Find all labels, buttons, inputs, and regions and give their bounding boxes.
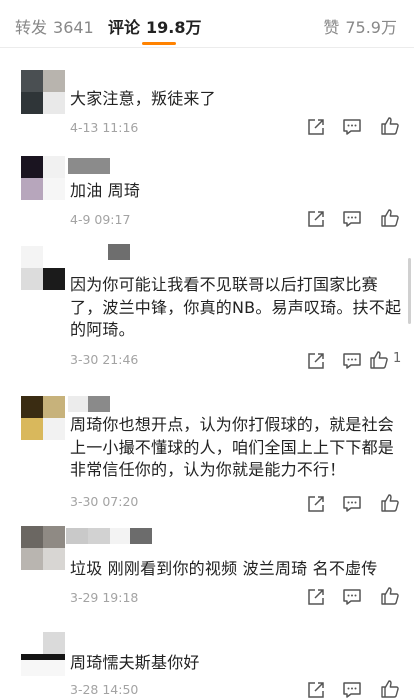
comment-tab-bar: 转发 3641 评论 19.8万 赞 75.9万 [0,0,414,48]
share-button[interactable] [306,209,330,229]
tab-like-label: 赞 [323,18,340,37]
share-button[interactable] [306,351,330,371]
comment-time: 3-28 14:50 [70,682,139,697]
username-blurred[interactable] [66,528,152,544]
thumbs-up-icon [381,587,399,605]
username-blurred[interactable] [88,244,130,260]
comment-text: 因为你可能让我看不见联哥以后打国家比赛了，波兰中锋，你真的NB。易声叹琦。扶不起… [70,275,402,339]
comment-text: 垃圾 刚刚看到你的视频 波兰周琦 名不虚传 [70,559,378,578]
like-count: 1 [393,351,402,366]
share-icon [308,119,324,135]
reply-icon [343,496,361,512]
share-button[interactable] [306,494,330,514]
tab-like-count: 75.9万 [345,18,397,37]
reply-button[interactable] [342,209,366,229]
avatar[interactable] [21,632,65,676]
tab-repost-count: 3641 [53,18,94,37]
tab-comment[interactable]: 评论 19.8万 [108,14,202,38]
like-button[interactable]: 1 [369,350,409,370]
share-button[interactable] [306,680,330,700]
share-icon [308,589,324,605]
like-button[interactable] [380,116,404,136]
thumbs-up-icon [381,209,399,227]
share-button[interactable] [306,587,330,607]
thumbs-up-icon [381,494,399,512]
username-blurred[interactable] [68,158,110,174]
thumbs-up-icon [381,680,399,698]
comment-text: 周琦你也想开点，认为你打假球的，就是社会上一小撮不懂球的人，咱们全国上上下下都是… [70,415,395,479]
tab-comment-count: 19.8万 [146,18,202,37]
avatar[interactable] [21,156,65,200]
reply-icon [343,119,361,135]
reply-button[interactable] [342,587,366,607]
reply-icon [343,589,361,605]
share-icon [308,211,324,227]
share-icon [308,496,324,512]
comment-time: 3-29 19:18 [70,590,139,605]
tab-repost-label: 转发 [15,18,48,37]
tab-repost[interactable]: 转发 3641 [15,14,94,38]
comment-time: 4-13 11:16 [70,120,139,135]
comment-time: 4-9 09:17 [70,212,131,227]
comment-text: 加油 周琦 [70,181,141,200]
comment-time: 3-30 07:20 [70,494,139,509]
comment-text: 周琦懦夫斯基你好 [70,653,200,672]
reply-button[interactable] [342,117,366,137]
like-button[interactable] [380,493,404,513]
share-button[interactable] [306,117,330,137]
comment-time: 3-30 21:46 [70,352,139,367]
avatar[interactable] [21,526,65,570]
reply-button[interactable] [342,351,366,371]
avatar[interactable] [21,396,65,440]
comment-text: 大家注意，叛徒来了 [70,89,216,108]
share-icon [308,353,324,369]
reply-button[interactable] [342,680,366,700]
like-button[interactable] [380,679,404,699]
avatar[interactable] [21,70,65,114]
active-tab-indicator [142,42,176,45]
thumbs-up-icon [370,351,388,369]
like-button[interactable] [380,208,404,228]
tab-comment-label: 评论 [108,18,141,37]
reply-icon [343,353,361,369]
reply-icon [343,682,361,698]
like-button[interactable] [380,586,404,606]
avatar[interactable] [21,246,65,290]
reply-button[interactable] [342,494,366,514]
thumbs-up-icon [381,117,399,135]
reply-icon [343,211,361,227]
scrollbar[interactable] [408,258,411,324]
tab-like[interactable]: 赞 75.9万 [323,14,397,38]
share-icon [308,682,324,698]
username-blurred[interactable] [68,396,110,412]
